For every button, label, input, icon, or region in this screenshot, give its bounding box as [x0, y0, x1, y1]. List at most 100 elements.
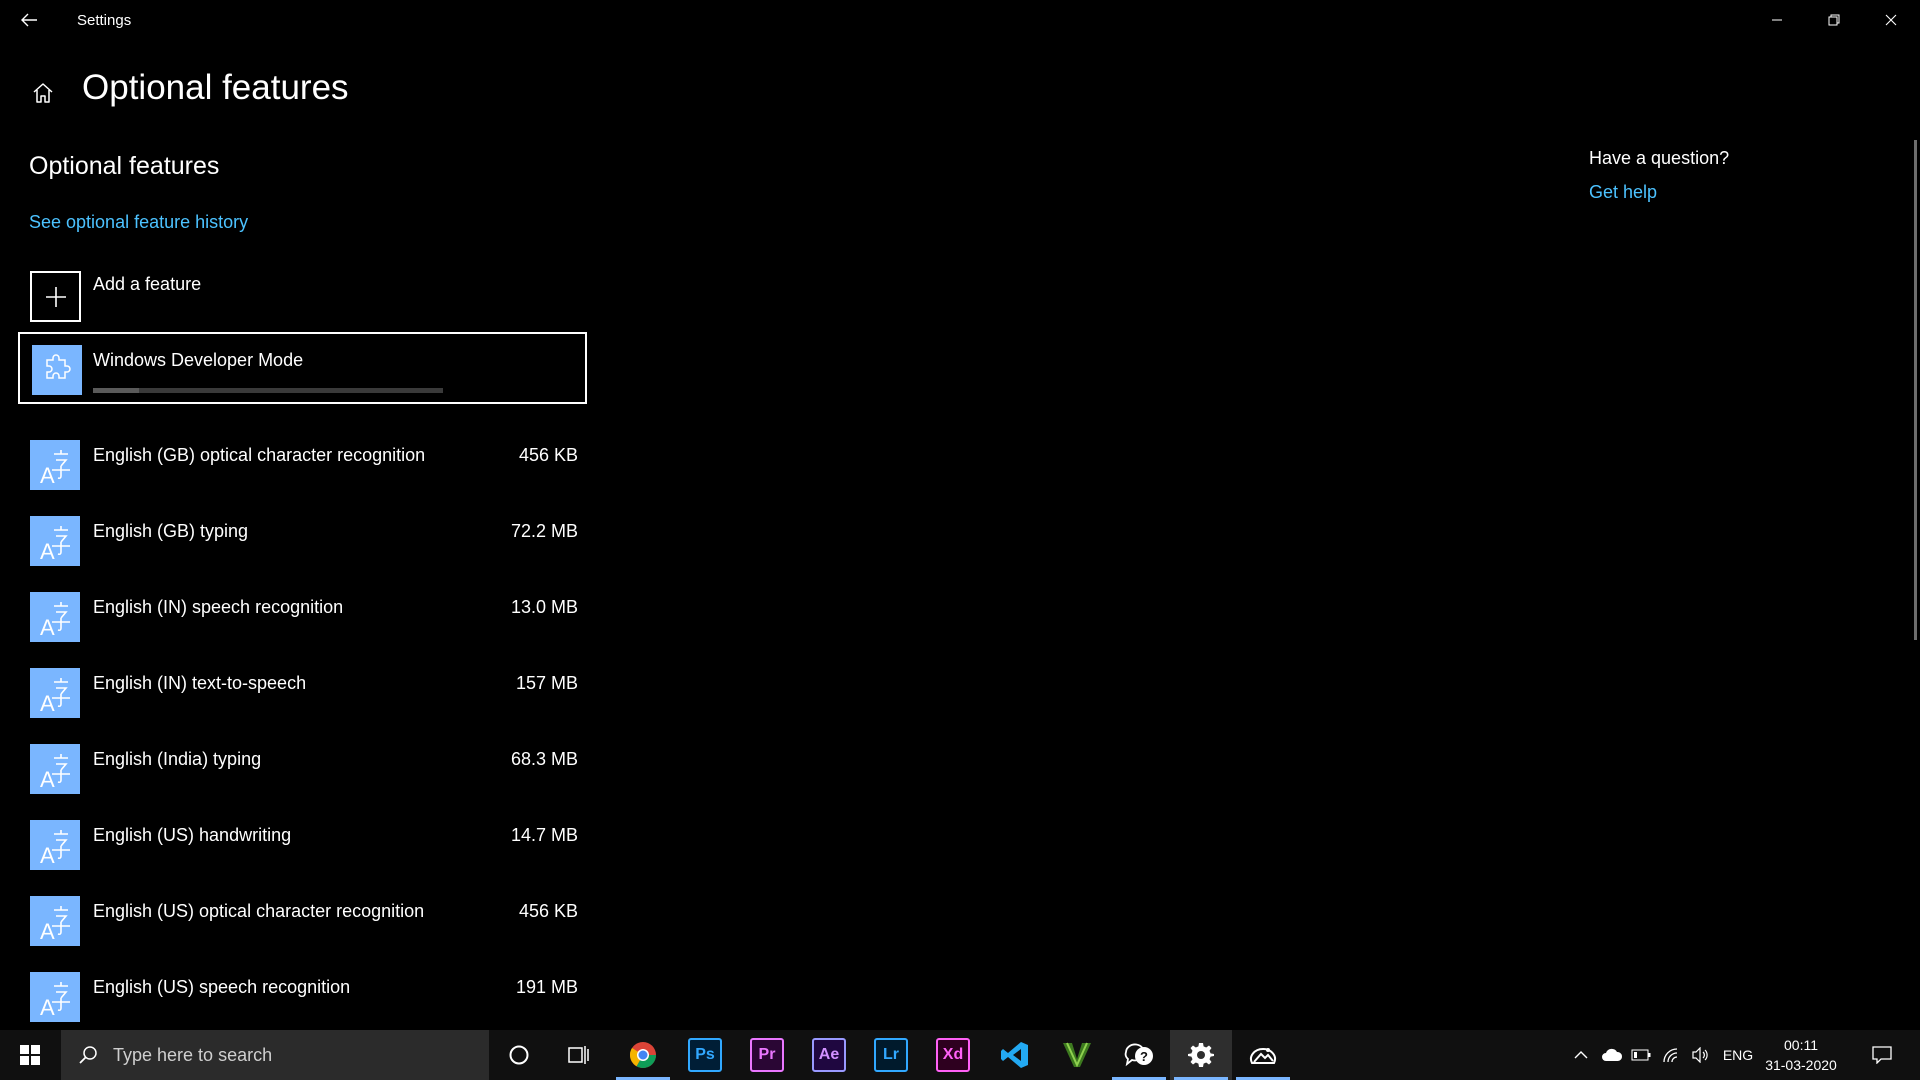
start-button[interactable]	[0, 1030, 60, 1080]
feature-list: A English (GB) optical character recognit…	[30, 440, 590, 1048]
svg-text:?: ?	[1140, 1049, 1148, 1064]
feature-name: English (US) optical character recogniti…	[93, 901, 425, 921]
speaker-icon	[1692, 1047, 1708, 1063]
vscode-taskbar-icon[interactable]	[984, 1030, 1046, 1080]
chrome-taskbar-icon[interactable]	[612, 1030, 674, 1080]
feature-name: English (IN) text-to-speech	[93, 673, 307, 693]
xd-taskbar-icon[interactable]: Xd	[922, 1030, 984, 1080]
language-feature-icon: A	[30, 744, 80, 794]
task-view-icon	[568, 1046, 589, 1064]
after-effects-taskbar-icon[interactable]: Ae	[798, 1030, 860, 1080]
restore-icon	[1828, 14, 1839, 26]
chrome-icon	[629, 1042, 657, 1069]
feedback-hub-taskbar-icon[interactable]: ?	[1108, 1030, 1170, 1080]
photoshop-icon: Ps	[688, 1038, 722, 1072]
install-progress-bar	[93, 388, 443, 393]
onedrive-tray-icon[interactable]	[1598, 1030, 1626, 1080]
after-effects-icon: Ae	[812, 1038, 846, 1072]
feature-size: 456 KB	[518, 901, 578, 921]
search-icon	[75, 1045, 101, 1065]
cloud-icon	[1602, 1048, 1623, 1061]
clock-date: 31-03-2020	[1765, 1057, 1837, 1073]
feature-item[interactable]: A English (IN) speech recognition 13.0 MB	[30, 592, 590, 668]
feature-name: English (US) speech recognition	[93, 977, 351, 997]
wifi-tray-icon[interactable]	[1658, 1030, 1684, 1080]
language-feature-icon: A	[30, 972, 80, 1022]
lightroom-taskbar-icon[interactable]: Lr	[860, 1030, 922, 1080]
settings-gear-icon	[1188, 1043, 1214, 1067]
svg-text:A: A	[40, 539, 55, 564]
title-bar: Settings	[0, 0, 1920, 40]
photos-taskbar-icon[interactable]	[1232, 1030, 1294, 1080]
show-hidden-icons-button[interactable]	[1568, 1030, 1594, 1080]
feature-item[interactable]: A English (India) typing 68.3 MB	[30, 744, 590, 820]
svg-text:A: A	[40, 615, 55, 640]
settings-taskbar-icon[interactable]	[1170, 1030, 1232, 1080]
feature-item[interactable]: A English (US) optical character recognit…	[30, 896, 590, 972]
vectr-icon	[1063, 1042, 1091, 1068]
svg-text:A: A	[40, 843, 55, 868]
feature-size: 72.2 MB	[510, 521, 578, 541]
action-center-button[interactable]	[1862, 1030, 1902, 1080]
feature-item[interactable]: A English (GB) typing 72.2 MB	[30, 516, 590, 592]
plus-icon	[30, 271, 81, 322]
window-title: Settings	[77, 12, 132, 29]
svg-text:A: A	[40, 995, 55, 1020]
add-feature-button[interactable]: Add a feature	[30, 271, 590, 322]
taskbar: Type here to search Ps Pr Ae Lr Xd ? ENG…	[0, 1030, 1920, 1080]
lightroom-icon: Lr	[874, 1038, 908, 1072]
taskbar-search-box[interactable]: Type here to search	[61, 1030, 489, 1080]
wifi-icon	[1663, 1048, 1678, 1063]
cortana-button[interactable]	[490, 1030, 548, 1080]
language-feature-icon: A	[30, 896, 80, 946]
installing-feature-item[interactable]: Windows Developer Mode	[18, 332, 587, 404]
language-indicator[interactable]: ENG	[1716, 1030, 1760, 1080]
help-question: Have a question?	[1589, 148, 1730, 168]
notification-icon	[1872, 1046, 1892, 1064]
feature-size: 14.7 MB	[510, 825, 578, 845]
feature-size: 68.3 MB	[510, 749, 578, 769]
svg-text:A: A	[40, 463, 55, 488]
see-feature-history-link[interactable]: See optional feature history	[29, 212, 248, 233]
photoshop-taskbar-icon[interactable]: Ps	[674, 1030, 736, 1080]
language-feature-icon: A	[30, 516, 80, 566]
home-button[interactable]	[28, 78, 58, 108]
xd-icon: Xd	[936, 1038, 970, 1072]
windows-logo-icon	[20, 1045, 40, 1065]
volume-tray-icon[interactable]	[1688, 1030, 1714, 1080]
scrollbar[interactable]	[1914, 140, 1917, 640]
feature-item[interactable]: A English (US) handwriting 14.7 MB	[30, 820, 590, 896]
feedback-hub-icon: ?	[1124, 1043, 1153, 1067]
feature-size: 13.0 MB	[510, 597, 578, 617]
feature-item[interactable]: A English (GB) optical character recognit…	[30, 440, 590, 516]
back-button[interactable]	[0, 0, 58, 40]
feature-size: 456 KB	[518, 445, 578, 465]
restore-button[interactable]	[1805, 0, 1862, 40]
premiere-icon: Pr	[750, 1038, 784, 1072]
add-feature-label: Add a feature	[93, 274, 202, 294]
feature-item[interactable]: A English (IN) text-to-speech 157 MB	[30, 668, 590, 744]
feature-name: English (GB) optical character recogniti…	[93, 445, 426, 465]
close-icon	[1885, 14, 1896, 26]
home-icon	[33, 83, 53, 103]
svg-text:A: A	[40, 691, 55, 716]
language-feature-icon: A	[30, 592, 80, 642]
premiere-taskbar-icon[interactable]: Pr	[736, 1030, 798, 1080]
minimize-button[interactable]	[1748, 0, 1805, 40]
minimize-icon	[1771, 19, 1782, 21]
clock-time: 00:11	[1784, 1037, 1818, 1053]
close-button[interactable]	[1862, 0, 1919, 40]
section-title: Optional features	[29, 152, 220, 180]
battery-icon	[1631, 1049, 1651, 1061]
taskbar-clock[interactable]: 00:11 31-03-2020	[1762, 1030, 1840, 1080]
battery-tray-icon[interactable]	[1628, 1030, 1654, 1080]
svg-text:A: A	[40, 919, 55, 944]
task-view-button[interactable]	[548, 1030, 610, 1080]
get-help-link[interactable]: Get help	[1589, 182, 1657, 203]
feature-size: 157 MB	[515, 673, 578, 693]
vectr-taskbar-icon[interactable]	[1046, 1030, 1108, 1080]
language-feature-icon: A	[30, 440, 80, 490]
feature-name: English (IN) speech recognition	[93, 597, 344, 617]
chevron-up-icon	[1574, 1051, 1588, 1059]
feature-name: English (GB) typing	[93, 521, 249, 541]
